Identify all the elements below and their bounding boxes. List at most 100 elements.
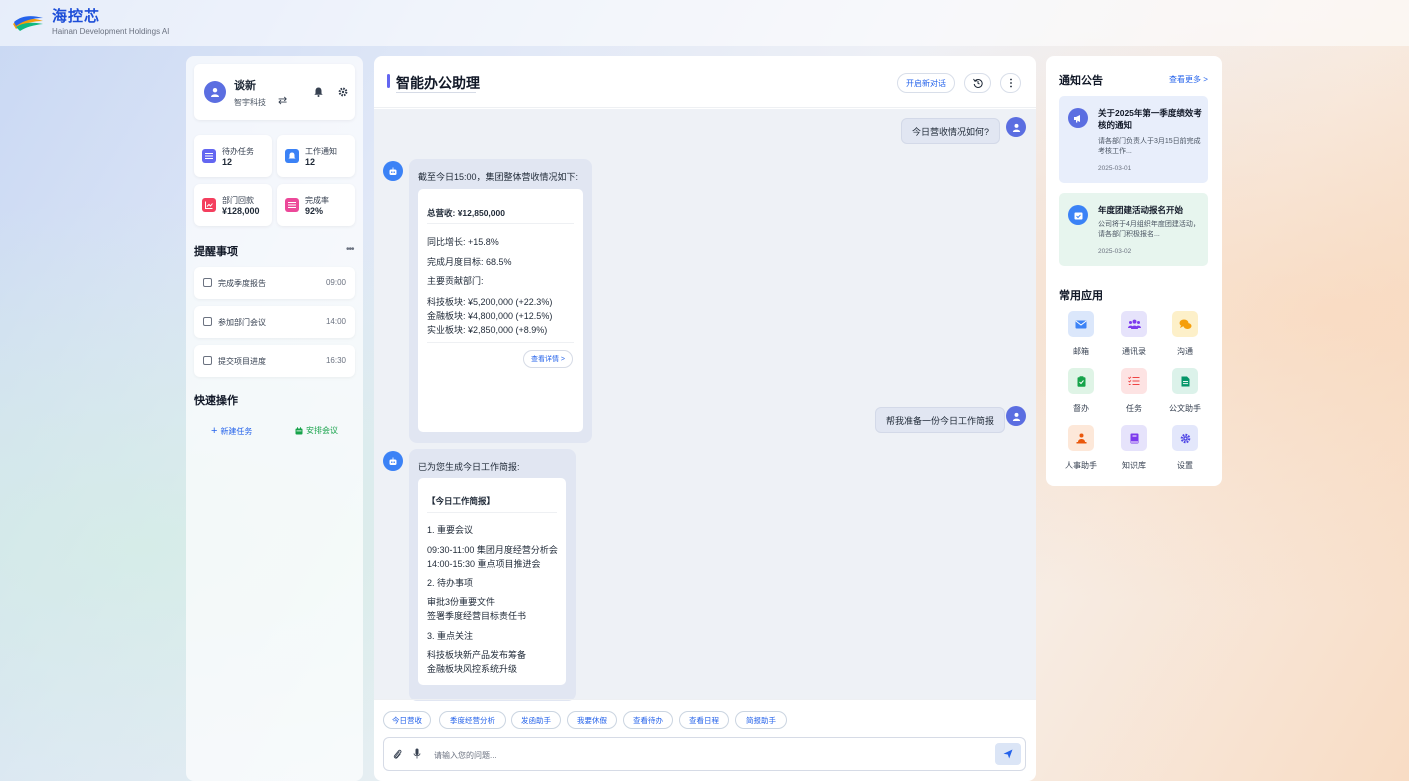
bot-message-lead: 已为您生成今日工作简报:: [418, 462, 520, 472]
briefing-card: 【今日工作简报】 1. 重要会议 09:30-11:00 集团月度经营分析会 1…: [418, 478, 566, 685]
stat-work-notices[interactable]: 工作通知 12: [277, 135, 355, 177]
app-label: 任务: [1126, 404, 1142, 413]
checkbox[interactable]: [203, 317, 212, 326]
view-details-button[interactable]: 查看详情 >: [523, 350, 573, 368]
app-knowledge-base[interactable]: 知识库: [1109, 425, 1159, 471]
stat-label: 待办任务: [222, 147, 254, 156]
user-avatar: [1006, 406, 1026, 426]
chip-letter-assistant[interactable]: 发函助手: [511, 711, 561, 729]
briefing-line: 科技板块新产品发布筹备: [427, 650, 527, 660]
todo-item[interactable]: 参加部门会议 14:00: [194, 306, 355, 338]
app-label: 督办: [1073, 404, 1089, 413]
chat-header: 智能办公助理 开启新对话: [374, 56, 1036, 108]
revenue-card: 总营收: ¥12,850,000 同比增长: +15.8% 完成月度目标: 68…: [418, 189, 583, 432]
gear-icon[interactable]: [338, 87, 348, 97]
new-task-button[interactable]: + 新建任务: [211, 425, 252, 437]
brand-subtitle: Hainan Development Holdings AI: [52, 27, 170, 36]
microphone-icon[interactable]: [413, 748, 421, 760]
quick-prompts: 今日营收 季度经营分析 发函助手 我要休假 查看待办 查看日程 简报助手: [374, 699, 1036, 735]
title-underline: [396, 92, 476, 93]
chat-panel: 智能办公助理 开启新对话 今日营收情况如何? 截至今日15:00，集团整体营收情…: [374, 56, 1036, 781]
plus-icon: +: [211, 425, 218, 437]
checkbox[interactable]: [203, 278, 212, 287]
stat-completion-rate[interactable]: 完成率 92%: [277, 184, 355, 226]
new-chat-button[interactable]: 开启新对话: [897, 73, 955, 93]
notice-item[interactable]: 年度团建活动报名开始 公司将于4月组织年度团建活动，请各部门积极报名... 20…: [1059, 193, 1208, 266]
app-settings[interactable]: 设置: [1160, 425, 1210, 471]
user-message: 帮我准备一份今日工作简报: [875, 407, 1006, 433]
briefing-line: 2. 待办事项: [427, 578, 474, 588]
app-label: 知识库: [1122, 461, 1146, 470]
app-label: 通讯录: [1122, 347, 1146, 356]
send-button[interactable]: [995, 743, 1021, 765]
chat-bubbles-icon: [1172, 311, 1198, 337]
app-contacts[interactable]: 通讯录: [1109, 311, 1159, 357]
todo-time: 14:00: [325, 317, 346, 326]
todo-text: 完成季度报告: [218, 279, 266, 288]
todo-text: 参加部门会议: [218, 318, 266, 327]
app-supervise[interactable]: 督办: [1056, 368, 1106, 414]
monthly-target: 完成月度目标: 68.5%: [427, 257, 512, 267]
switch-org-icon[interactable]: ⇄: [278, 94, 287, 107]
stat-label: 工作通知: [305, 147, 337, 156]
chip-quarterly-analysis[interactable]: 季度经营分析: [439, 711, 506, 729]
app-tasks[interactable]: 任务: [1109, 368, 1159, 414]
stat-label: 完成率: [305, 196, 329, 205]
app-label: 公文助手: [1169, 404, 1201, 413]
avatar[interactable]: [204, 81, 226, 103]
app-document-assistant[interactable]: 公文助手: [1160, 368, 1210, 414]
more-menu-button[interactable]: [1000, 73, 1021, 93]
todo-item[interactable]: 提交项目进度 16:30: [194, 345, 355, 377]
chip-today-revenue[interactable]: 今日营收: [383, 711, 431, 729]
history-button[interactable]: [964, 73, 991, 93]
stat-value: 92%: [305, 206, 324, 216]
user-name: 谈新: [234, 80, 256, 92]
bot-avatar: [383, 161, 403, 181]
page-title: 智能办公助理: [396, 75, 480, 91]
clipboard-check-icon: [1068, 368, 1094, 394]
bell-icon[interactable]: [314, 87, 323, 97]
stat-dept-payment[interactable]: 部门回款 ¥128,000: [194, 184, 272, 226]
finance-sector: 金融板块: ¥4,800,000 (+12.5%): [427, 311, 553, 321]
main-contributors: 主要贡献部门:: [427, 276, 484, 286]
stat-value: 12: [305, 157, 316, 167]
bell-icon: [285, 149, 299, 163]
app-chat[interactable]: 沟通: [1160, 311, 1210, 357]
chat-input[interactable]: [434, 747, 934, 763]
checkbox[interactable]: [203, 356, 212, 365]
briefing-line: 3. 重点关注: [427, 631, 474, 641]
notice-date: 2025-03-01: [1098, 165, 1132, 172]
chip-request-leave[interactable]: 我要休假: [567, 711, 617, 729]
notice-title: 关于2025年第一季度绩效考核的通知: [1098, 108, 1202, 130]
send-icon: [1003, 749, 1013, 759]
chip-view-schedule[interactable]: 查看日程: [679, 711, 729, 729]
bot-avatar: [383, 451, 403, 471]
briefing-line: 签署季度经营目标责任书: [427, 611, 527, 621]
yoy-growth: 同比增长: +15.8%: [427, 237, 499, 247]
stat-label: 部门回款: [222, 196, 254, 205]
logo-icon: [13, 16, 43, 31]
robot-icon: [389, 457, 397, 465]
contacts-icon: [1121, 311, 1147, 337]
schedule-meeting-button[interactable]: 安排会议: [295, 425, 338, 436]
user-icon: [211, 88, 219, 97]
more-icon[interactable]: •••: [346, 244, 354, 255]
app-label: 设置: [1177, 461, 1193, 470]
stat-pending-tasks[interactable]: 待办任务 12: [194, 135, 272, 177]
chat-area[interactable]: 今日营收情况如何? 截至今日15:00，集团整体营收情况如下: 总营收: ¥12…: [374, 109, 1036, 701]
view-more-link[interactable]: 查看更多 >: [1169, 74, 1208, 85]
new-task-label: 新建任务: [220, 426, 253, 436]
document-icon: [1172, 368, 1198, 394]
todo-item[interactable]: 完成季度报告 09:00: [194, 267, 355, 299]
app-hr-assistant[interactable]: 人事助手: [1056, 425, 1106, 471]
stat-value: ¥128,000: [222, 206, 260, 216]
notice-desc: 请各部门负责人于3月15日前完成考核工作...: [1098, 138, 1201, 155]
attachment-icon[interactable]: [393, 748, 402, 760]
chip-briefing-assistant[interactable]: 简报助手: [735, 711, 787, 729]
user-card: 谈新 智宇科技 ⇄: [194, 64, 355, 120]
top-bar: 海控芯 Hainan Development Holdings AI: [0, 0, 1409, 46]
app-mail[interactable]: 邮箱: [1056, 311, 1106, 357]
history-icon: [972, 78, 983, 88]
notice-item[interactable]: 关于2025年第一季度绩效考核的通知 请各部门负责人于3月15日前完成考核工作.…: [1059, 96, 1208, 183]
chip-view-todo[interactable]: 查看待办: [623, 711, 673, 729]
